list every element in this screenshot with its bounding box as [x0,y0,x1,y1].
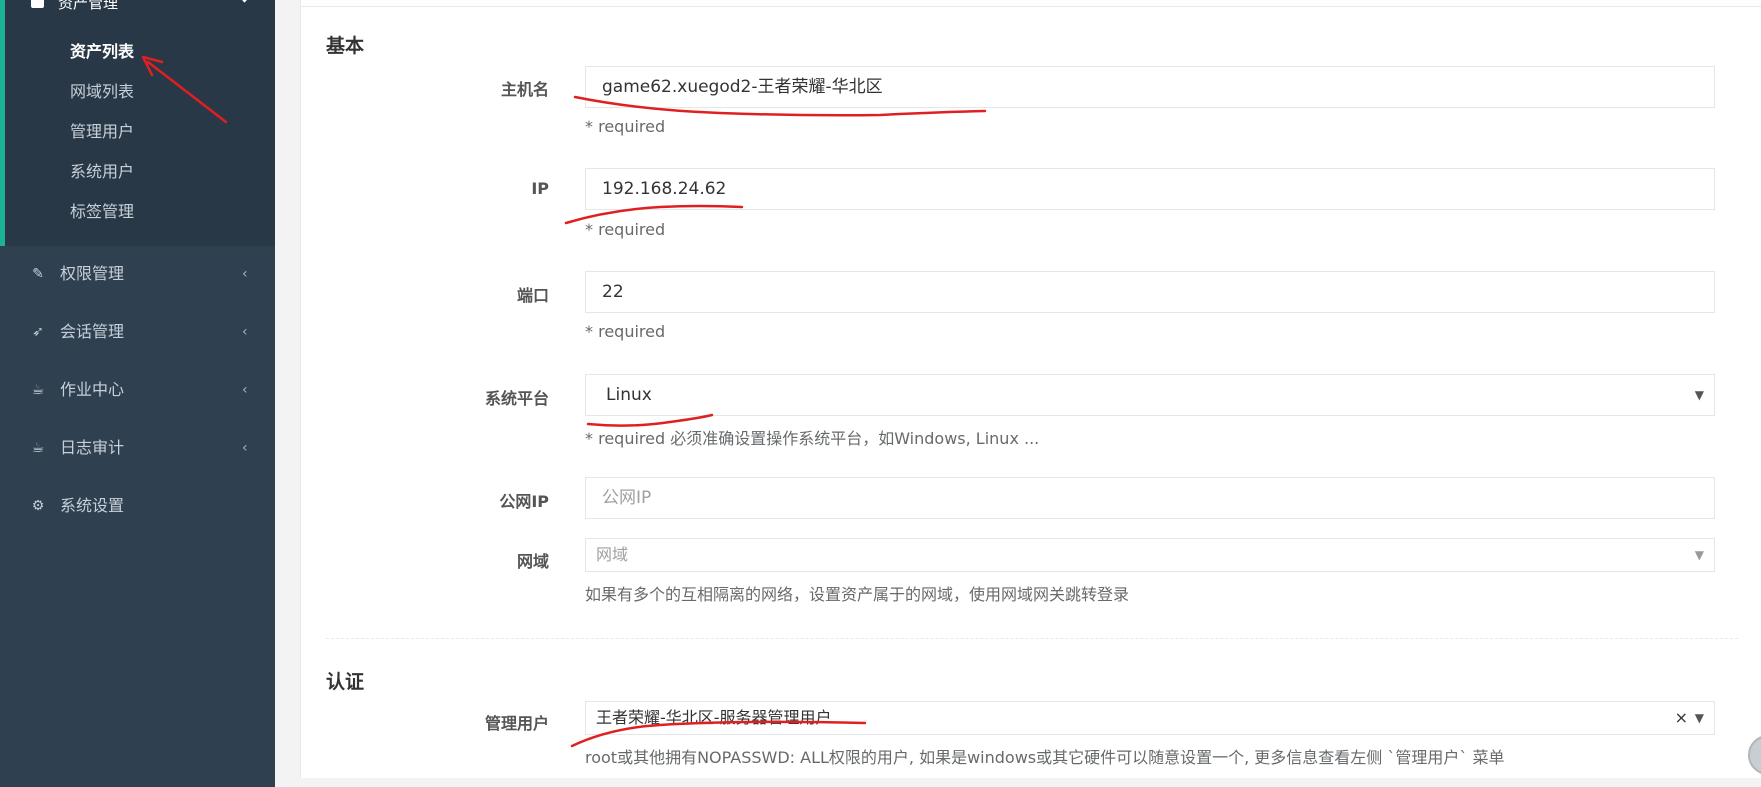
nav-label: 权限管理 [60,264,125,283]
page-bottom-gutter [275,778,1761,787]
admin-user-selected-value: 王者荣耀-华北区-服务器管理用户 [596,708,832,727]
rocket-icon: ➶ [32,324,44,340]
sidebar-item-admin-user[interactable]: 管理用户 [70,120,134,144]
ip-label: IP [531,179,549,198]
platform-label: 系统平台 [484,389,549,408]
sidebar-item-system-user[interactable]: 系统用户 [70,160,134,184]
domain-help: 如果有多个的互相隔离的网络，设置资产属于的网域，使用网域网关跳转登录 [585,585,1130,604]
port-input[interactable]: 22 [585,271,1715,313]
chevron-left-icon: ‹ [242,266,248,282]
clear-icon[interactable]: × [1675,702,1688,734]
nav-label: 会话管理 [60,322,125,341]
public-ip-input[interactable]: 公网IP [585,477,1715,519]
nav-system-settings[interactable]: ⚙ 系统设置 [0,486,275,526]
admin-user-help: root或其他拥有NOPASSWD: ALL权限的用户, 如果是windows或… [585,748,1505,767]
nav-label: 日志审计 [60,438,125,457]
domain-label: 网域 [516,552,549,571]
nav-session-management[interactable]: ➶ 会话管理 ‹ [0,312,275,352]
hostname-input[interactable]: game62.xuegod2-王者荣耀-华北区 [585,66,1715,108]
chevron-left-icon: ‹ [242,324,248,340]
asset-form-panel: 基本 主机名 game62.xuegod2-王者荣耀-华北区 * require… [300,0,1761,778]
coffee-icon: ☕ [31,382,45,398]
section-title-auth: 认证 [326,671,365,693]
chevron-left-icon: ‹ [242,382,248,398]
desktop-icon [31,0,44,8]
admin-user-select[interactable]: 王者荣耀-华北区-服务器管理用户 × ▼ [585,701,1715,735]
hostname-help: * required [585,117,666,136]
ip-input[interactable]: 192.168.24.62 [585,168,1715,210]
ip-help: * required [585,220,666,239]
coffee-icon: ☕ [31,440,45,456]
nav-permission-management[interactable]: ✎ 权限管理 ‹ [0,254,275,294]
platform-help: * required 必须准确设置操作系统平台，如Windows, Linux … [585,429,1040,448]
nav-asset-management[interactable]: 资产管理 [31,0,250,14]
port-help: * required [585,322,666,341]
nav-log-audit[interactable]: ☕ 日志审计 ‹ [0,428,275,468]
platform-selected-value: Linux [606,385,652,405]
domain-select[interactable]: 网域 ▼ [585,538,1715,572]
cogs-icon: ⚙ [31,498,45,514]
sidebar: 资产管理 资产列表 网域列表 管理用户 系统用户 标签管理 ✎ 权限管理 ‹ ➶… [0,0,275,787]
section-title-basic: 基本 [326,35,365,57]
section-divider [326,638,1738,639]
nav-label: 系统设置 [60,496,125,515]
platform-select[interactable]: Linux ▼ [585,374,1715,416]
nav-asset-management-label: 资产管理 [58,0,119,12]
nav-label: 作业中心 [60,380,125,399]
nav-job-center[interactable]: ☕ 作业中心 ‹ [0,370,275,410]
caret-down-icon: ▼ [1694,711,1704,725]
asset-management-group: 资产管理 资产列表 网域列表 管理用户 系统用户 标签管理 [0,0,275,246]
domain-placeholder: 网域 [596,545,629,564]
public-ip-label: 公网IP [499,492,549,511]
caret-down-icon: ▼ [1694,548,1704,562]
sidebar-item-domain-list[interactable]: 网域列表 [70,80,134,104]
admin-user-label: 管理用户 [484,714,549,733]
caret-down-icon: ▼ [1694,388,1704,402]
chevron-left-icon: ‹ [242,440,248,456]
sidebar-item-label-management[interactable]: 标签管理 [70,200,134,224]
chevron-down-icon [239,0,250,3]
sidebar-item-asset-list[interactable]: 资产列表 [70,40,134,64]
hostname-label: 主机名 [500,80,549,99]
panel-top-border [301,6,1761,7]
edit-icon: ✎ [32,266,44,282]
port-label: 端口 [516,286,549,305]
